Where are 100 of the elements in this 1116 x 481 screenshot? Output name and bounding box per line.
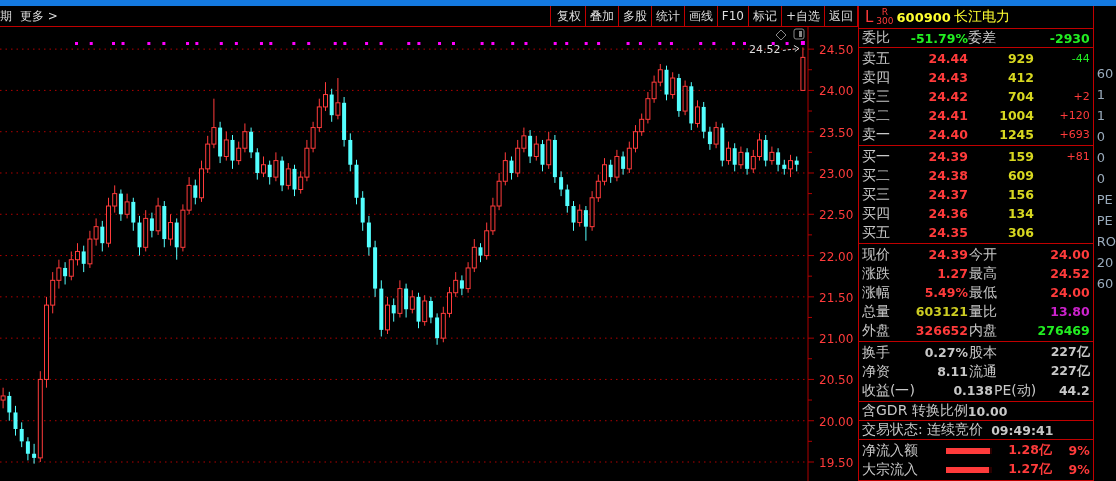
order-price: 24.42 <box>927 89 968 104</box>
side-value: 1 <box>1096 87 1106 104</box>
side-value: 0 <box>1096 171 1106 188</box>
axis-label: 19.50 <box>819 456 854 470</box>
order-label: 买三 <box>862 185 890 204</box>
stat-value: 276469 <box>1036 323 1090 338</box>
axis-label: 24.50 <box>819 45 854 58</box>
stat-label: 总量 <box>862 302 890 321</box>
trading-status: 交易状态: 连续竞价 <box>862 421 984 439</box>
stat-label: 现价 <box>862 245 890 264</box>
order-label: 卖四 <box>862 68 890 87</box>
high-price-label: 24.52 <box>748 45 781 57</box>
order-change: +81 <box>1065 150 1090 163</box>
diamond-icon[interactable] <box>775 29 787 41</box>
stat-value: 603121 <box>914 304 968 319</box>
stat-label: 收益(一) <box>862 381 915 400</box>
side-value: 20 <box>1096 255 1115 272</box>
stock-name: 长江电力 <box>953 8 1010 26</box>
stat-label: 外盘 <box>862 321 890 340</box>
axis-label: 21.50 <box>819 290 854 305</box>
stat-value: 326652 <box>914 323 968 338</box>
stat-value: 227亿 <box>1049 344 1090 361</box>
toolbar-label[interactable]: 更多 > <box>20 7 58 25</box>
gdr-value: 10.00 <box>967 403 1008 419</box>
stat-label: 内盘 <box>969 321 997 340</box>
axis-label: 23.50 <box>819 125 854 140</box>
stat-label: 涨幅 <box>862 283 890 302</box>
status-time: 09:49:41 <box>991 422 1054 438</box>
axis-label: 22.00 <box>819 249 854 264</box>
panel-toggle-icon[interactable] <box>793 28 805 40</box>
badge-letter: R <box>881 8 889 17</box>
badge-number: 300 <box>876 17 894 26</box>
flow-label: 大宗流入 <box>862 460 919 479</box>
stat-value: 44.2 <box>1057 383 1090 398</box>
order-label: 卖一 <box>862 125 890 144</box>
order-price: 24.38 <box>927 168 968 183</box>
stat-label: 换手 <box>862 343 890 362</box>
order-change: -44 <box>1070 52 1090 65</box>
side-value: 60 <box>1096 276 1115 293</box>
order-price: 24.43 <box>927 70 968 85</box>
order-volume: 609 <box>1006 168 1034 183</box>
stat-value: 24.00 <box>1049 285 1090 300</box>
order-change: +2 <box>1072 90 1090 103</box>
order-label: 卖五 <box>862 49 890 68</box>
flow-amount: 1.28亿 <box>1007 442 1052 459</box>
stat-label: 今开 <box>969 245 997 264</box>
flow-percent: 9% <box>1067 443 1090 458</box>
stat-value: 5.49% <box>923 285 968 300</box>
stat-label: 涨跌 <box>862 264 890 283</box>
order-volume: 704 <box>1006 89 1034 104</box>
order-volume: 1245 <box>998 127 1034 142</box>
stat-value: 0.138 <box>952 383 993 398</box>
order-label: 买二 <box>862 166 890 185</box>
row-label: 委差 <box>968 29 996 47</box>
order-change: +693 <box>1058 128 1090 141</box>
diff-value: -2930 <box>1048 30 1090 46</box>
stat-value: 0.27% <box>923 345 968 360</box>
side-value: 1 <box>1096 108 1106 125</box>
side-value: 60 <box>1096 66 1115 83</box>
axis-label: 24.00 <box>819 84 854 99</box>
axis-label: 20.00 <box>819 414 854 429</box>
order-label: 买一 <box>862 147 890 166</box>
side-value: 0 <box>1096 150 1106 167</box>
flow-label: 净流入额 <box>862 441 919 460</box>
stat-value: 24.00 <box>1049 247 1090 262</box>
leader-line <box>782 45 800 52</box>
stock-code: 600900 <box>896 9 951 25</box>
order-label: 卖二 <box>862 106 890 125</box>
ratio-value: -51.79% <box>909 30 968 46</box>
high-marker-icon <box>800 41 805 45</box>
order-volume: 1004 <box>998 108 1034 123</box>
stat-value: 24.39 <box>927 247 968 262</box>
stat-label: 最低 <box>969 283 997 302</box>
stat-value: 1.27 <box>936 266 968 281</box>
toolbar-label[interactable]: 期 <box>0 7 12 25</box>
stat-label: 量比 <box>969 302 997 321</box>
quote-prefix: L <box>865 8 874 26</box>
order-price: 24.40 <box>927 127 968 142</box>
order-volume: 159 <box>1006 149 1034 164</box>
order-price: 24.37 <box>927 187 968 202</box>
stat-label: 股本 <box>969 343 997 362</box>
flow-amount: 1.27亿 <box>1007 461 1052 478</box>
flow-percent: 9% <box>1067 462 1090 477</box>
stat-label: 净资 <box>862 362 890 381</box>
stat-value: 13.80 <box>1049 304 1090 319</box>
row-label: 委比 <box>862 29 890 47</box>
order-price: 24.41 <box>927 108 968 123</box>
stat-label: PE(动) <box>993 381 1037 400</box>
axis-label: 21.00 <box>819 332 854 347</box>
axis-label: 23.00 <box>819 167 854 181</box>
order-price: 24.39 <box>927 149 968 164</box>
order-price: 24.35 <box>927 225 968 240</box>
side-value: RO <box>1096 234 1116 251</box>
order-label: 买四 <box>862 204 890 223</box>
axis-label: 20.50 <box>819 373 854 388</box>
axis-label: 22.50 <box>819 208 854 223</box>
order-volume: 156 <box>1006 187 1034 202</box>
order-price: 24.44 <box>927 51 968 66</box>
order-label: 买五 <box>862 223 890 242</box>
order-label: 卖三 <box>862 87 890 106</box>
